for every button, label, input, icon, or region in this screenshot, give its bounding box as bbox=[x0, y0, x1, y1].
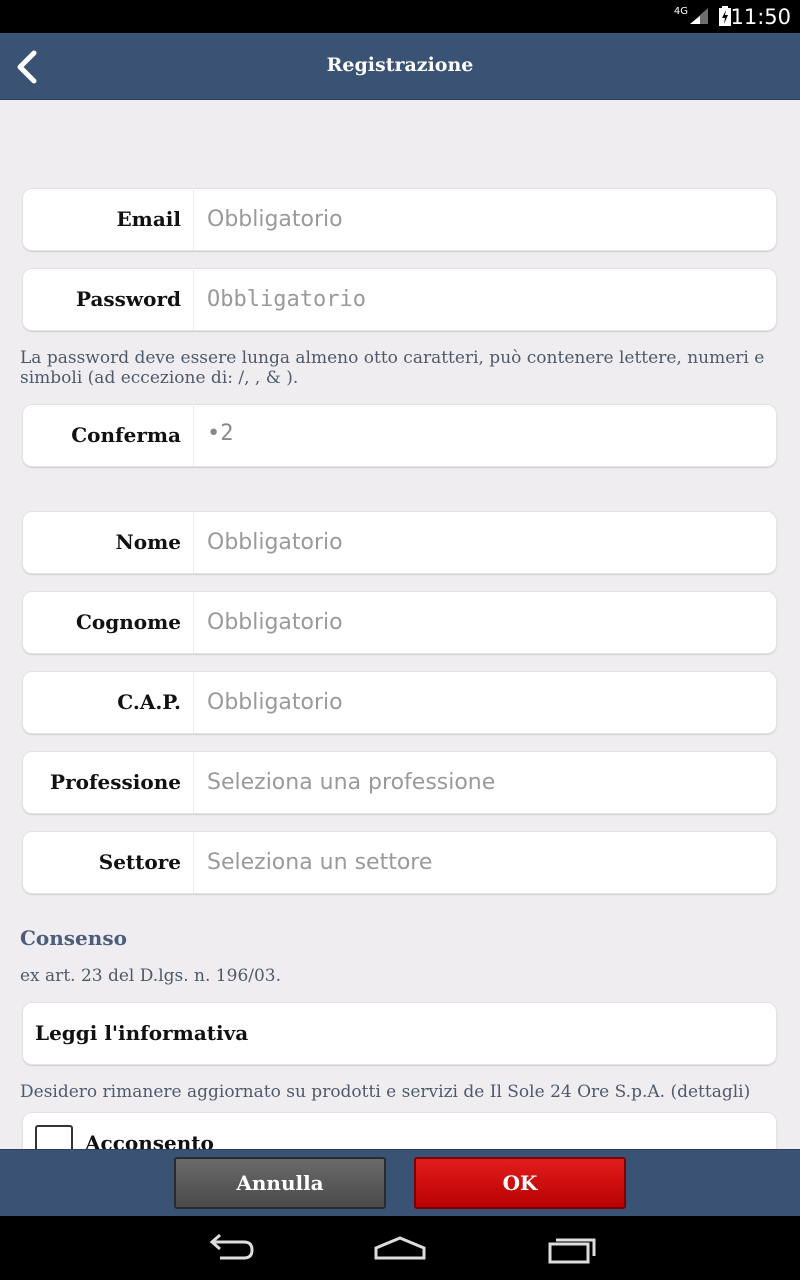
divider bbox=[193, 512, 194, 573]
recents-icon[interactable] bbox=[540, 1230, 600, 1266]
status-bar: 4G 11:50 bbox=[0, 0, 800, 33]
back-icon[interactable] bbox=[200, 1230, 260, 1266]
cognome-label: Cognome bbox=[75, 610, 181, 634]
divider bbox=[193, 405, 194, 466]
cognome-field[interactable] bbox=[207, 592, 767, 653]
cancel-button[interactable]: Annulla bbox=[174, 1157, 386, 1209]
consent-title: Consenso bbox=[20, 926, 127, 950]
network-type: 4G bbox=[673, 6, 688, 17]
updates-text: Desidero rimanere aggiornato su prodotti… bbox=[20, 1082, 751, 1102]
action-bar: Annulla OK bbox=[0, 1149, 800, 1216]
password-row: Password bbox=[22, 268, 777, 331]
cap-label: C.A.P. bbox=[117, 690, 181, 714]
privacy-info-label: Leggi l'informativa bbox=[35, 1021, 249, 1045]
professione-row: Professione bbox=[22, 751, 777, 814]
cap-field[interactable] bbox=[207, 672, 767, 733]
confirm-label: Conferma bbox=[71, 423, 181, 447]
divider bbox=[193, 752, 194, 813]
settore-select[interactable] bbox=[207, 832, 767, 893]
nome-field[interactable] bbox=[207, 512, 767, 573]
divider bbox=[193, 592, 194, 653]
divider bbox=[193, 189, 194, 250]
consent-checkbox[interactable] bbox=[35, 1125, 73, 1149]
system-nav-bar bbox=[0, 1216, 800, 1280]
email-field[interactable] bbox=[207, 189, 767, 250]
nome-label: Nome bbox=[115, 530, 181, 554]
signal-icon bbox=[690, 8, 708, 24]
password-hint: La password deve essere lunga almeno ott… bbox=[20, 348, 765, 388]
consent-row[interactable]: Acconsento bbox=[22, 1112, 777, 1149]
confirm-password-field[interactable]: •2 bbox=[207, 421, 234, 446]
consent-subtitle: ex art. 23 del D.lgs. n. 196/03. bbox=[20, 966, 282, 986]
email-label: Email bbox=[116, 207, 181, 231]
settore-label: Settore bbox=[98, 850, 181, 874]
registration-form: Email Password La password deve essere l… bbox=[0, 100, 800, 1149]
cognome-row: Cognome bbox=[22, 591, 777, 654]
confirm-row: Conferma •2 bbox=[22, 404, 777, 467]
divider bbox=[193, 269, 194, 330]
nome-row: Nome bbox=[22, 511, 777, 574]
email-row: Email bbox=[22, 188, 777, 251]
consent-checkbox-label: Acconsento bbox=[85, 1131, 214, 1149]
page-title: Registrazione bbox=[326, 54, 474, 76]
divider bbox=[193, 832, 194, 893]
password-label: Password bbox=[75, 287, 181, 311]
privacy-info-link[interactable]: Leggi l'informativa bbox=[22, 1002, 777, 1065]
app-header: Registrazione bbox=[0, 33, 800, 100]
settore-row: Settore bbox=[22, 831, 777, 894]
professione-select[interactable] bbox=[207, 752, 767, 813]
ok-button[interactable]: OK bbox=[414, 1157, 626, 1209]
professione-label: Professione bbox=[50, 770, 181, 794]
clock: 11:50 bbox=[730, 5, 791, 29]
password-field[interactable] bbox=[207, 269, 767, 330]
cap-row: C.A.P. bbox=[22, 671, 777, 734]
home-icon[interactable] bbox=[370, 1230, 430, 1266]
divider bbox=[193, 672, 194, 733]
